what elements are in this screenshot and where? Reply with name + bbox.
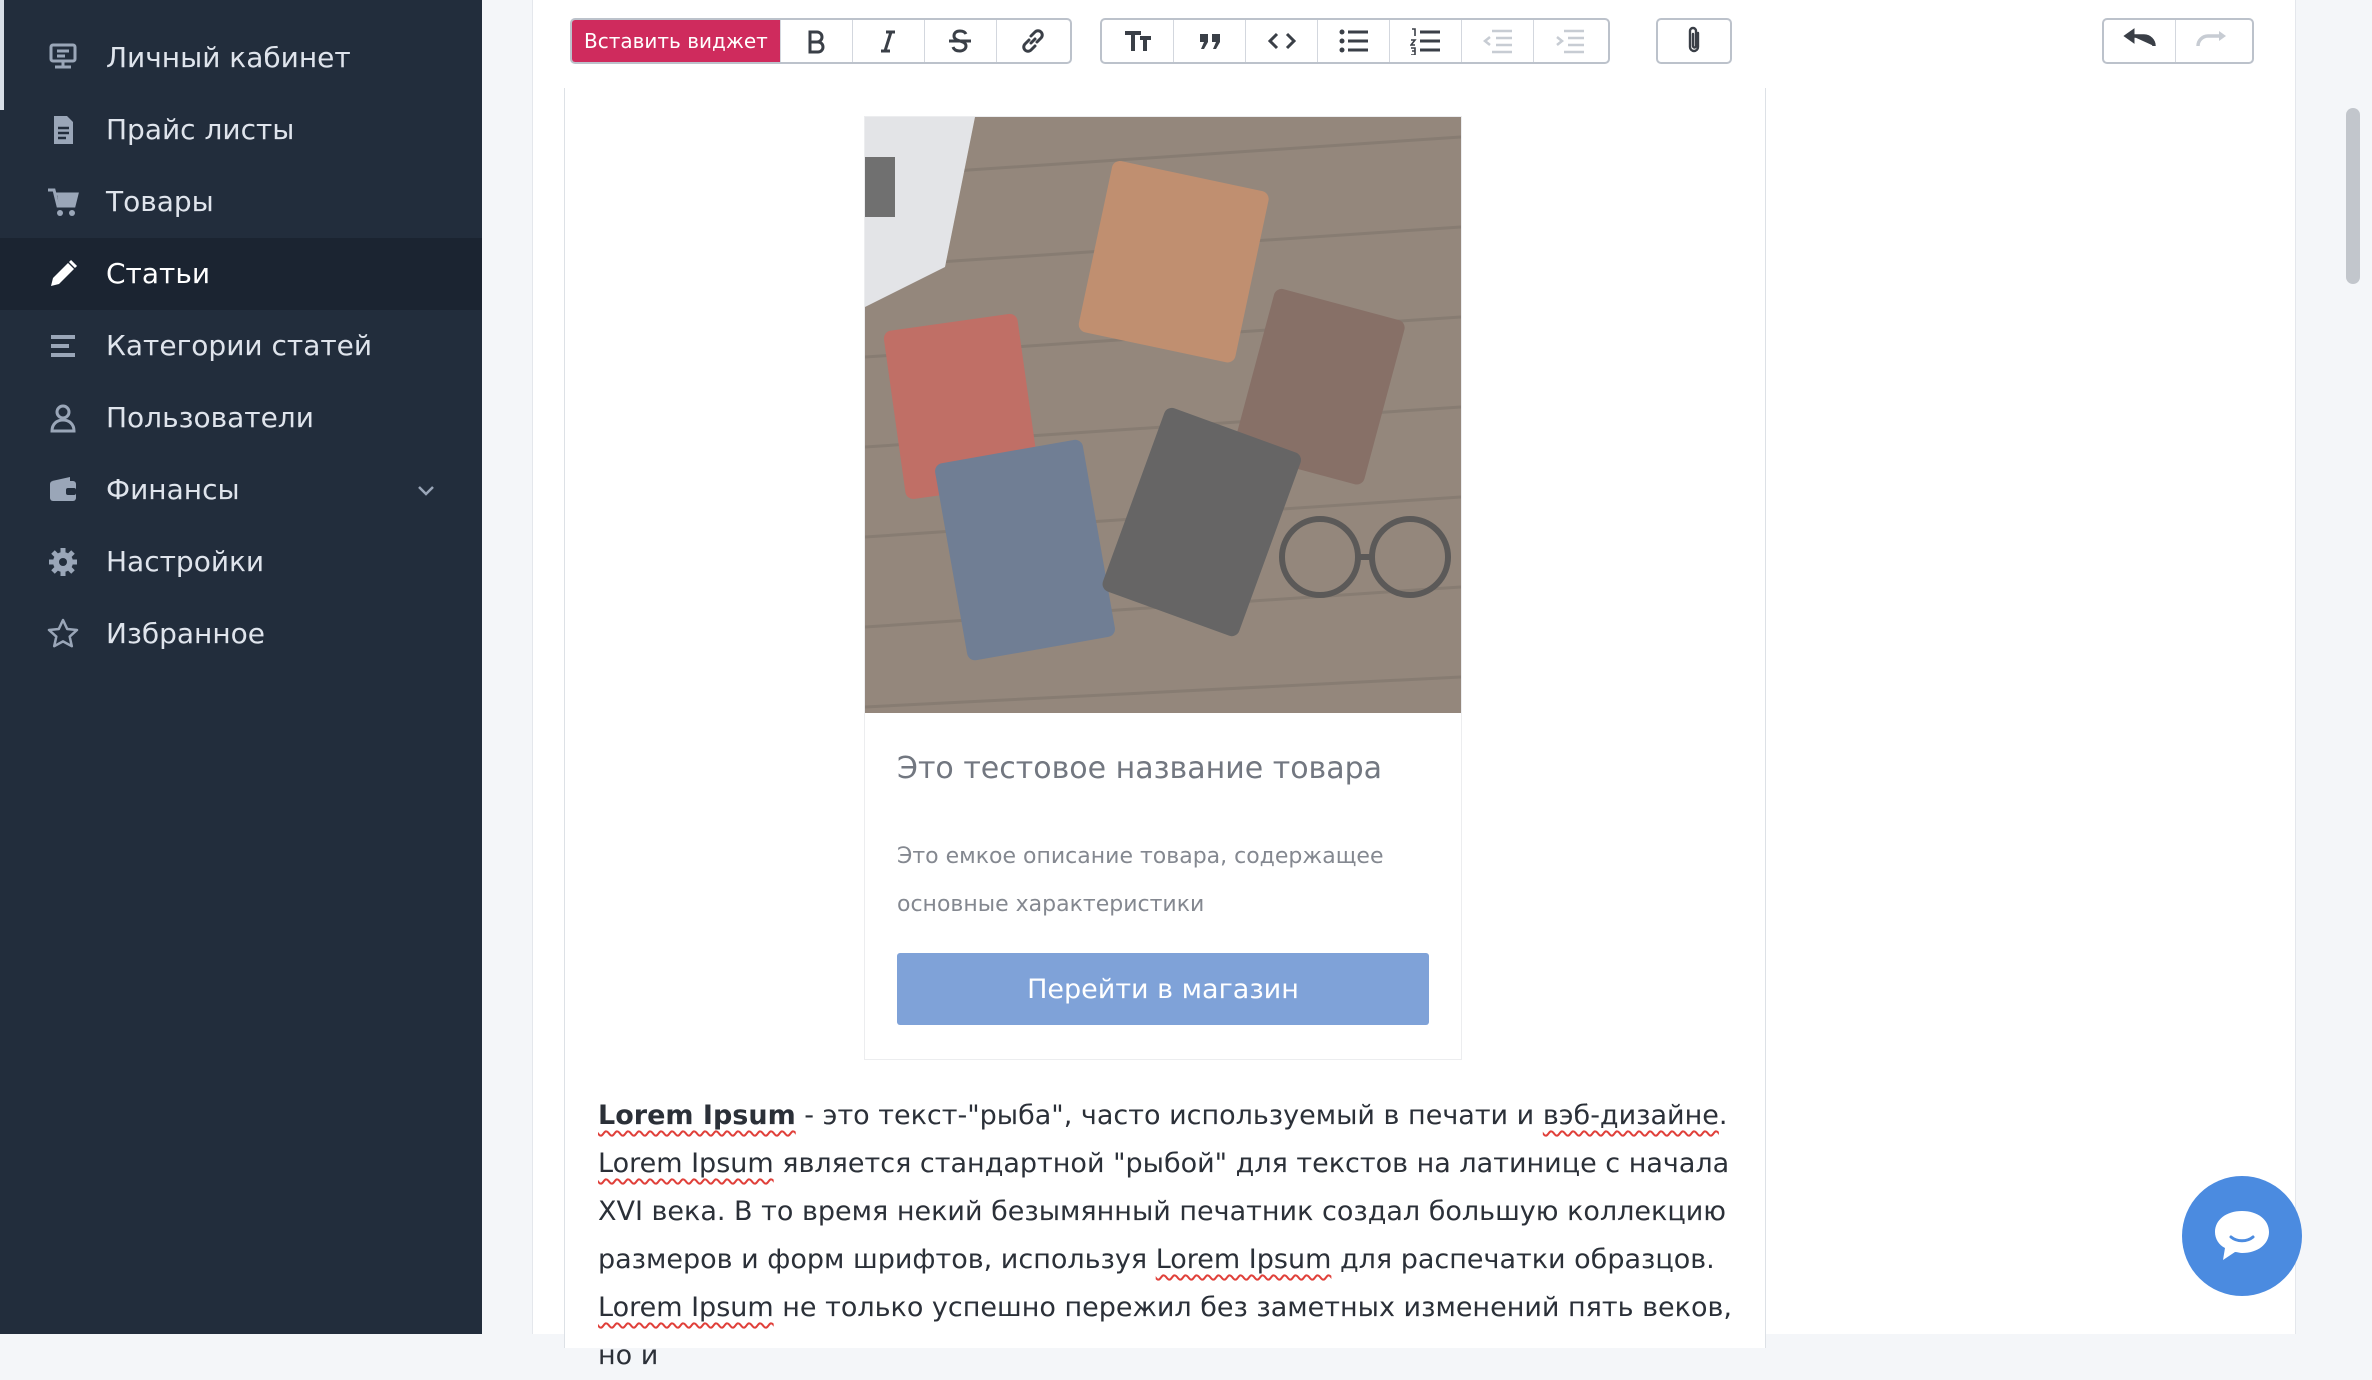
attach-button[interactable] <box>1658 20 1730 62</box>
heading-button[interactable] <box>1102 20 1174 62</box>
quote-icon <box>1199 34 1220 49</box>
pencil-icon <box>51 259 78 286</box>
chat-button[interactable] <box>2182 1176 2302 1296</box>
sidebar-item-price-lists[interactable]: Прайс листы <box>0 94 482 166</box>
heading-icon <box>1124 31 1151 51</box>
cart-icon <box>48 188 79 216</box>
sidebar-item-products[interactable]: Товары <box>0 166 482 238</box>
code-button[interactable] <box>1246 20 1318 62</box>
article-text-segment: для распечатки образцов. <box>1331 1244 1715 1275</box>
link-icon <box>1022 29 1044 53</box>
indent-button[interactable] <box>1534 20 1606 62</box>
link-button[interactable] <box>997 20 1069 62</box>
spellcheck-word: Lorem Ipsum <box>1155 1244 1332 1275</box>
product-title: Это тестовое название товара <box>897 751 1383 786</box>
toolbar-text-group: Вставить виджет <box>570 18 1072 64</box>
article-text[interactable]: Lorem Ipsum - это текст-"рыба", часто ис… <box>598 1092 1758 1380</box>
chevron-down-icon <box>418 486 434 496</box>
document-icon <box>54 116 73 144</box>
bullet-list-icon <box>1339 29 1368 53</box>
attach-icon <box>1688 26 1700 53</box>
list-icon <box>51 335 75 357</box>
star-icon <box>47 618 79 648</box>
toolbar-attach-group <box>1656 18 1732 64</box>
product-description: Это емкое описание товара, содержащее ос… <box>897 844 1384 917</box>
quote-button[interactable] <box>1174 20 1246 62</box>
numbered-list-button[interactable] <box>1390 20 1462 62</box>
page-scrollbar[interactable] <box>2346 108 2360 284</box>
toolbar-block-group <box>1100 18 1610 64</box>
sidebar-item-label: Пользователи <box>106 401 314 434</box>
dashboard-icon <box>49 43 77 69</box>
undo-icon <box>2122 28 2156 47</box>
wallet-icon <box>50 477 76 501</box>
outdent-icon <box>1482 29 1512 54</box>
insert-widget-button[interactable]: Вставить виджет <box>572 20 781 62</box>
sidebar-item-label: Категории статей <box>106 329 373 362</box>
indent-icon <box>1556 29 1584 54</box>
redo-button[interactable] <box>2176 20 2248 62</box>
sidebar-item-articles[interactable]: Статьи <box>0 238 482 310</box>
sidebar-item-label: Товары <box>106 185 214 218</box>
chat-icon <box>2215 1211 2269 1260</box>
strikethrough-icon <box>949 29 972 53</box>
product-image <box>865 117 1461 713</box>
strikethrough-button[interactable] <box>925 20 997 62</box>
numbered-list-icon <box>1409 28 1440 55</box>
undo-button[interactable] <box>2104 20 2176 62</box>
user-icon <box>50 404 76 433</box>
bullet-list-button[interactable] <box>1318 20 1390 62</box>
spellcheck-word: вэб-дизайне <box>1542 1100 1719 1131</box>
sidebar-item-settings[interactable]: Настройки <box>0 526 482 598</box>
toolbar-history-group <box>2102 18 2254 64</box>
italic-button[interactable] <box>853 20 925 62</box>
outdent-button[interactable] <box>1462 20 1534 62</box>
sidebar-item-label: Личный кабинет <box>106 41 351 74</box>
sidebar-item-label: Настройки <box>106 545 265 578</box>
article-text-segment: . <box>1718 1100 1728 1131</box>
sidebar: Личный кабинет Прайс листы Товары Статьи… <box>0 0 482 1334</box>
article-text-segment: - это текст-"рыба", часто используемый в… <box>795 1100 1543 1131</box>
sidebar-item-label: Прайс листы <box>106 113 295 146</box>
article-lead-bold: Lorem Ipsum <box>598 1100 796 1131</box>
spellcheck-word: Lorem Ipsum <box>598 1292 774 1323</box>
code-icon <box>1267 32 1296 50</box>
sidebar-item-finance[interactable]: Финансы <box>0 454 482 526</box>
spellcheck-word: Lorem Ipsum <box>598 1148 774 1179</box>
bold-icon <box>808 30 825 54</box>
bold-button[interactable] <box>781 20 853 62</box>
sidebar-item-users[interactable]: Пользователи <box>0 382 482 454</box>
sidebar-item-label: Финансы <box>106 473 240 506</box>
sidebar-item-label: Статьи <box>106 257 211 290</box>
product-widget-card: Это тестовое название товара Это емкое о… <box>864 116 1462 1060</box>
sidebar-item-label: Избранное <box>106 617 266 650</box>
redo-icon <box>2196 31 2226 47</box>
italic-icon <box>881 30 896 53</box>
sidebar-item-dashboard[interactable]: Личный кабинет <box>0 22 482 94</box>
go-to-shop-button[interactable]: Перейти в магазин <box>897 953 1429 1025</box>
gear-icon <box>49 548 77 576</box>
sidebar-item-article-categories[interactable]: Категории статей <box>0 310 482 382</box>
sidebar-item-favorites[interactable]: Избранное <box>0 598 482 670</box>
